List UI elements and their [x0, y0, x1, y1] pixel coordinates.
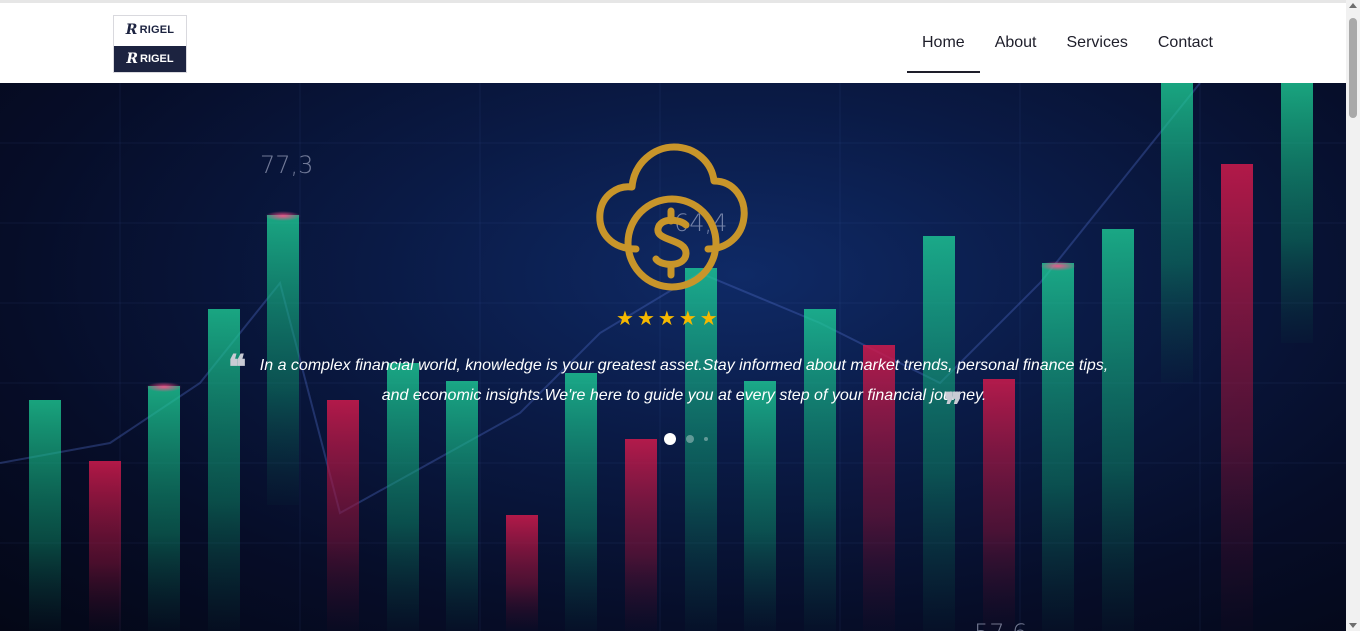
logo-mark-dark: R — [126, 51, 138, 67]
logo-dark: R RIGEL — [114, 46, 186, 72]
star-icon: ★ — [657, 308, 676, 330]
cloud-dollar-icon — [596, 143, 748, 291]
star-icon: ★ — [636, 308, 655, 330]
nav-services[interactable]: Services — [1052, 3, 1143, 83]
slider-dot-1[interactable] — [664, 433, 676, 445]
nav-contact[interactable]: Contact — [1143, 3, 1228, 83]
logo-text-dark: RIGEL — [140, 53, 174, 65]
main-nav: Home About Services Contact — [907, 3, 1228, 83]
bg-number-3: 57,6 — [974, 619, 1027, 631]
star-icon: ★ — [616, 308, 634, 330]
site-header: R RIGEL R RIGEL Home About Services Cont… — [0, 3, 1346, 83]
quote-close-icon: ❞ — [944, 386, 963, 426]
hero-testimonial-slider: 77,3 64,4 57,6 ★ ★ ★ ★ ★ ❝ In a complex … — [0, 83, 1346, 631]
slider-dot-3[interactable] — [704, 437, 708, 441]
scrollbar-thumb[interactable] — [1349, 18, 1357, 118]
nav-home[interactable]: Home — [907, 3, 980, 83]
nav-about[interactable]: About — [980, 3, 1052, 83]
scroll-down-arrow-icon[interactable] — [1349, 623, 1357, 628]
logo-text: RIGEL — [139, 24, 175, 36]
quote-open-icon: ❝ — [228, 348, 247, 388]
logo-light: R RIGEL — [114, 16, 186, 44]
star-icon: ★ — [678, 308, 697, 330]
bg-number-1: 77,3 — [260, 151, 314, 179]
logo[interactable]: R RIGEL R RIGEL — [113, 15, 187, 73]
slider-dots — [664, 433, 708, 445]
logo-mark: R — [125, 22, 138, 38]
page-scrollbar[interactable] — [1346, 0, 1360, 631]
testimonial-text: In a complex financial world, knowledge … — [259, 357, 1109, 404]
scroll-up-arrow-icon[interactable] — [1349, 3, 1357, 8]
slider-dot-2[interactable] — [686, 435, 694, 443]
star-icon: ★ — [699, 308, 718, 330]
rating-stars: ★ ★ ★ ★ ★ — [616, 309, 718, 329]
